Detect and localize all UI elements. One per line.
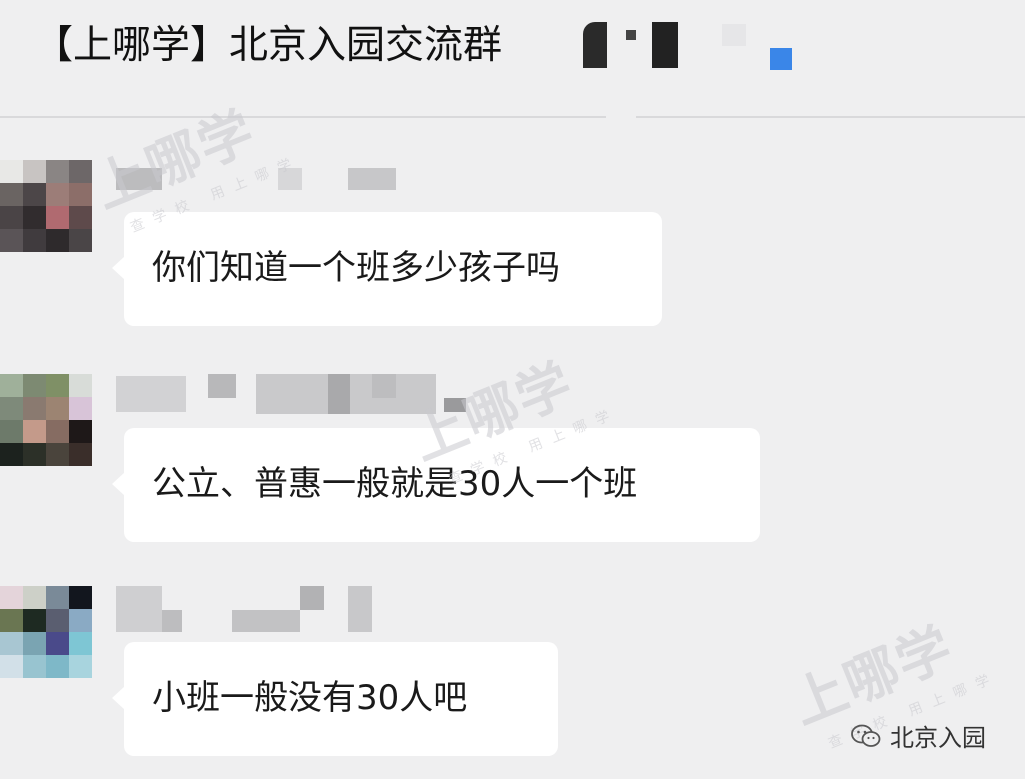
source-label: 北京入园 (890, 724, 986, 752)
message-text: 小班一般没有30人吧 (152, 678, 468, 718)
message-bubble[interactable]: 公立、普惠一般就是30人一个班 (112, 428, 760, 542)
header-divider-left (0, 116, 606, 118)
title-blur-mask (583, 22, 607, 68)
chat-header: 【上哪学】北京入园交流群 (0, 0, 1025, 115)
message-bubble[interactable]: 小班一般没有30人吧 (112, 642, 558, 756)
chat-title[interactable]: 【上哪学】北京入园交流群 (34, 18, 502, 74)
message-text: 你们知道一个班多少孩子吗 (152, 248, 560, 288)
wechat-icon (850, 723, 882, 749)
header-divider-right (636, 116, 1025, 118)
source-tag: 北京入园 (850, 718, 986, 753)
avatar[interactable] (0, 586, 92, 678)
message-bubble[interactable]: 你们知道一个班多少孩子吗 (112, 212, 662, 326)
avatar[interactable] (0, 374, 92, 466)
title-blur-mask-4 (722, 24, 746, 46)
title-blur-mask-3 (652, 22, 678, 68)
message-text: 公立、普惠一般就是30人一个班 (152, 464, 638, 504)
avatar[interactable] (0, 160, 92, 252)
status-indicator (770, 48, 792, 70)
title-blur-mask-2 (626, 30, 636, 40)
